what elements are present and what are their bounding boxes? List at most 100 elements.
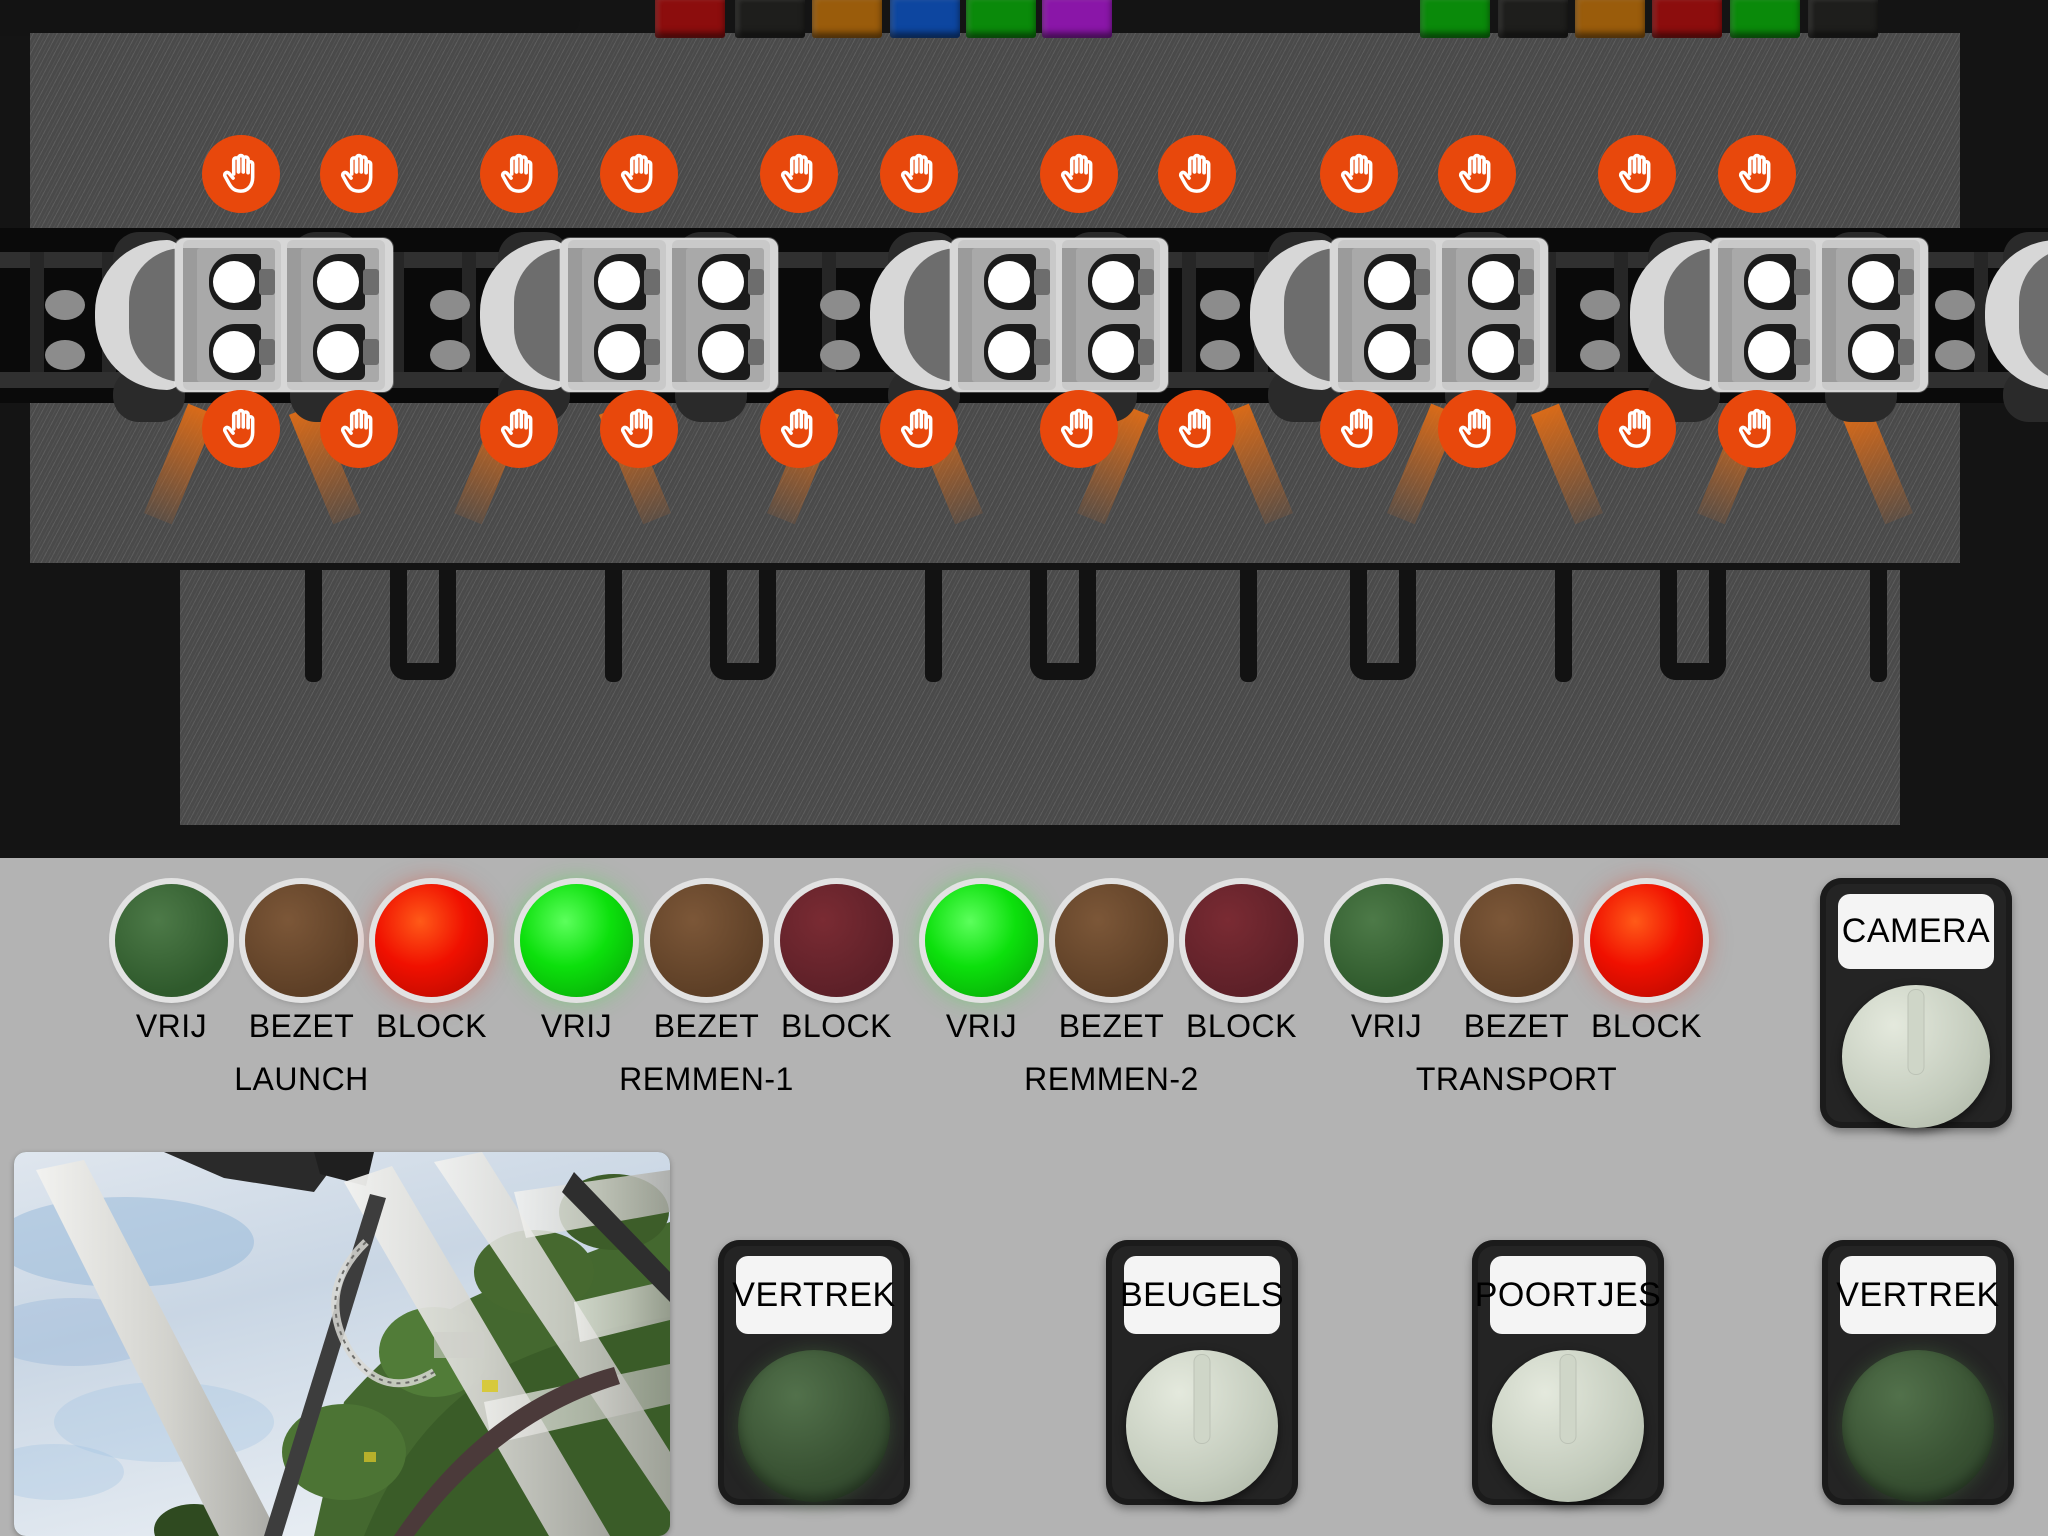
lap-restraint [644,339,660,365]
camera-knob-pointer [1907,989,1925,1076]
stop-hand-icon[interactable] [1040,135,1118,213]
lamp-label: BEZET [653,1008,760,1044]
onride-camera-feed[interactable] [14,1152,670,1536]
stop-hand-icon[interactable] [202,135,280,213]
stop-hand-icon[interactable] [880,390,958,468]
stop-hand-icon[interactable] [1320,135,1398,213]
poortjes-knob[interactable] [1492,1350,1644,1502]
rider-head [1852,331,1894,373]
train-seat-block [287,240,385,390]
stop-hand-icon[interactable] [1158,135,1236,213]
stop-hand-icon[interactable] [600,390,678,468]
rider-head [1748,331,1790,373]
status-block-transport: VRIJ BEZET BLOCK TRANSPORT [1330,884,1703,1098]
lap-restraint [259,339,275,365]
rider-head [1092,331,1134,373]
train-seat-block [568,240,666,390]
lap-restraint [1414,269,1430,295]
vertrek-button-2[interactable]: VERTREK [1822,1240,2014,1505]
camera-feed-image [14,1152,670,1536]
train-seat-block [1718,240,1816,390]
stop-hand-icon[interactable] [202,390,280,468]
lamp-label: VRIJ [540,1008,613,1044]
lamp-bezet: BEZET [1055,884,1168,1045]
rider-head [1472,261,1514,303]
track-channel-thin [305,570,322,682]
track-channel-wide [1660,570,1726,680]
camera-label-plate: CAMERA [1838,894,1994,970]
rider-head [702,261,744,303]
lap-restraint [1518,269,1534,295]
track-channel-wide [1030,570,1096,680]
beugels-knob[interactable] [1126,1350,1278,1502]
track-channel-thin [1240,570,1257,682]
track-channel-thin [925,570,942,682]
vertrek-button-1[interactable]: VERTREK [718,1240,910,1505]
lamp-indicator-vrij [520,884,633,997]
bar-green-2 [1420,0,1490,38]
stop-hand-icon[interactable] [480,135,558,213]
lamp-indicator-bezet [245,884,358,997]
stop-hand-icon[interactable] [880,135,958,213]
beugels-label-plate: BEUGELS [1120,1256,1284,1334]
track-channel-wide [710,570,776,680]
lamp-label: VRIJ [135,1008,208,1044]
lamp-indicator-bezet [1460,884,1573,997]
stop-hand-icon[interactable] [480,390,558,468]
stop-hand-icon[interactable] [1718,390,1796,468]
lap-restraint [1414,339,1430,365]
rider-head [1748,261,1790,303]
lamp-row: VRIJ BEZET BLOCK [925,884,1298,1045]
rider-head [317,331,359,373]
stop-hand-icon[interactable] [1040,390,1118,468]
train-wheel [820,290,860,320]
bar-dark-red-2 [1652,0,1722,38]
stop-hand-icon[interactable] [600,135,678,213]
lamp-bezet: BEZET [650,884,763,1045]
lamp-bezet: BEZET [1460,884,1573,1045]
beugels-knob-control[interactable]: BEUGELS [1106,1240,1298,1505]
status-block-remmen-1: VRIJ BEZET BLOCK REMMEN-1 [520,884,893,1098]
stop-hand-icon[interactable] [1438,390,1516,468]
camera-knob[interactable] [1842,985,1990,1128]
stop-hand-icon[interactable] [1158,390,1236,468]
rider-head [1368,331,1410,373]
lap-restraint [1138,269,1154,295]
stop-hand-icon[interactable] [320,135,398,213]
beugels-knob-pointer [1193,1354,1211,1444]
train-wheel [1580,290,1620,320]
lamp-label: BLOCK [1186,1008,1297,1044]
track-channel-thin [1870,570,1887,682]
stop-hand-icon[interactable] [760,135,838,213]
rider-head [988,261,1030,303]
poortjes-label: POORTJES [1474,1275,1662,1314]
operator-control-panel-app: VRIJ BEZET BLOCK LAUNCH VRIJ BEZET BLOCK REMMEN… [0,0,2048,1536]
stop-hand-icon[interactable] [1598,390,1676,468]
vertrek1-label: VERTREK [732,1275,896,1314]
lap-restraint [1138,339,1154,365]
stop-hand-icon[interactable] [320,390,398,468]
rider-head [213,331,255,373]
stop-hand-icon[interactable] [1598,135,1676,213]
lap-restraint [644,269,660,295]
stop-hand-icon[interactable] [1718,135,1796,213]
poortjes-label-plate: POORTJES [1475,1256,1661,1334]
stop-hand-icon[interactable] [760,390,838,468]
track-channel-thin [605,570,622,682]
stop-hand-icon[interactable] [1320,390,1398,468]
track-tie [30,252,44,372]
bar-green [966,0,1036,38]
vertrek2-pushbutton[interactable] [1842,1350,1994,1502]
lamp-indicator-vrij [115,884,228,997]
vertrek1-label-plate: VERTREK [732,1256,895,1334]
bar-black-3 [1808,0,1878,38]
stop-hand-icon[interactable] [1438,135,1516,213]
camera-knob-control[interactable]: CAMERA [1820,878,2012,1128]
rider-head [1092,261,1134,303]
poortjes-knob-control[interactable]: POORTJES [1472,1240,1664,1505]
vertrek1-pushbutton[interactable] [738,1350,890,1502]
lap-restraint [1518,339,1534,365]
train-wheel [430,340,470,370]
train-seat-block [1442,240,1540,390]
poortjes-knob-pointer [1559,1354,1577,1444]
